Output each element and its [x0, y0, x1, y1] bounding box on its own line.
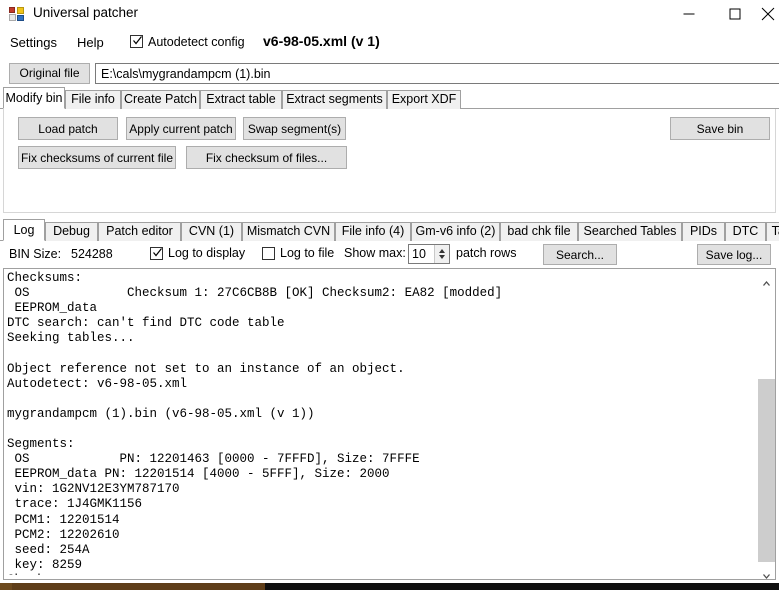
close-icon: [761, 7, 775, 21]
fix-checksums-current-file-button[interactable]: Fix checksums of current file: [18, 146, 176, 169]
maximize-button[interactable]: [712, 0, 758, 28]
maximize-icon: [729, 8, 741, 20]
log-horizontal-scrollbar[interactable]: [4, 575, 760, 579]
app-squares-icon: [9, 7, 25, 21]
bin-size-value: 524288: [71, 247, 113, 261]
log-to-file-label: Log to file: [280, 246, 335, 260]
save-log-button[interactable]: Save log...: [697, 244, 771, 265]
search-button[interactable]: Search...: [543, 244, 617, 265]
autodetect-config-label: Autodetect config: [148, 35, 245, 49]
tab-mismatch-cvn[interactable]: Mismatch CVN: [242, 222, 335, 241]
menu-bar: Settings Help: [0, 28, 779, 57]
scroll-up-button[interactable]: [758, 269, 775, 286]
tab-searched-tables[interactable]: Searched Tables: [578, 222, 682, 241]
log-to-display-checkbox[interactable]: [150, 247, 163, 260]
universal-patcher-window: Universal patcher Settings Help Autodete…: [0, 0, 779, 590]
minimize-icon: [683, 13, 695, 15]
log-to-file-checkbox[interactable]: [262, 247, 275, 260]
log-output-box[interactable]: Checksums: OS Checksum 1: 27C6CB8B [OK] …: [3, 268, 776, 580]
stepper-arrows[interactable]: [434, 245, 449, 263]
config-name-label: v6-98-05.xml (v 1): [263, 33, 380, 49]
load-patch-button[interactable]: Load patch: [18, 117, 118, 140]
scroll-thumb[interactable]: [758, 379, 775, 562]
menu-item-settings[interactable]: Settings: [10, 35, 57, 50]
checkmark-icon: [152, 247, 163, 258]
background-window-strip: [0, 583, 779, 590]
bottom-tab-strip: Log Debug Patch editor CVN (1) Mismatch …: [0, 219, 779, 241]
tab-extract-table[interactable]: Extract table: [200, 90, 282, 109]
tab-dtc[interactable]: DTC: [725, 222, 766, 241]
window-title: Universal patcher: [33, 5, 139, 20]
tab-create-patch[interactable]: Create Patch: [121, 90, 200, 109]
tab-file-info[interactable]: File info: [65, 90, 121, 109]
autodetect-config-checkbox[interactable]: [130, 35, 143, 48]
tab-patch-editor[interactable]: Patch editor: [98, 222, 181, 241]
tab-debug[interactable]: Debug: [45, 222, 98, 241]
minimize-button[interactable]: [666, 0, 712, 28]
tab-log[interactable]: Log: [3, 219, 45, 241]
tab-modify-bin[interactable]: Modify bin: [3, 87, 65, 109]
top-tab-strip: Modify bin File info Create Patch Extrac…: [0, 87, 779, 109]
log-text: Checksums: OS Checksum 1: 27C6CB8B [OK] …: [7, 271, 503, 579]
tab-pids[interactable]: PIDs: [682, 222, 725, 241]
show-max-label: Show max:: [344, 246, 406, 260]
show-max-input[interactable]: [409, 245, 435, 263]
chevron-down-icon[interactable]: [439, 255, 445, 259]
tab-file-info-count[interactable]: File info (4): [335, 222, 411, 241]
fix-checksum-of-files-button[interactable]: Fix checksum of files...: [186, 146, 347, 169]
swap-segments-button[interactable]: Swap segment(s): [243, 117, 346, 140]
tab-cvn[interactable]: CVN (1): [181, 222, 242, 241]
save-bin-button[interactable]: Save bin: [670, 117, 770, 140]
bin-size-label: BIN Size:: [9, 247, 62, 261]
chevron-down-icon: [763, 568, 770, 579]
patch-rows-label: patch rows: [456, 246, 517, 260]
tab-table-seek[interactable]: Table Seek: [766, 222, 779, 241]
tab-gm-v6-info[interactable]: Gm-v6 info (2): [411, 222, 500, 241]
log-vertical-scrollbar[interactable]: [757, 269, 775, 579]
tab-export-xdf[interactable]: Export XDF: [387, 90, 461, 109]
original-file-path-input[interactable]: [95, 63, 779, 84]
show-max-stepper[interactable]: [408, 244, 450, 264]
tab-bad-chk-file[interactable]: bad chk file: [500, 222, 578, 241]
scroll-down-button[interactable]: [758, 562, 775, 579]
log-to-display-label: Log to display: [168, 246, 246, 260]
tab-extract-segments[interactable]: Extract segments: [282, 90, 387, 109]
checkmark-icon: [132, 35, 143, 46]
chevron-up-icon: [763, 275, 770, 286]
menu-item-help[interactable]: Help: [77, 35, 104, 50]
original-file-button[interactable]: Original file: [9, 63, 90, 84]
chevron-up-icon[interactable]: [439, 249, 445, 253]
title-bar: Universal patcher: [0, 0, 779, 29]
close-button[interactable]: [757, 0, 779, 28]
apply-current-patch-button[interactable]: Apply current patch: [126, 117, 236, 140]
